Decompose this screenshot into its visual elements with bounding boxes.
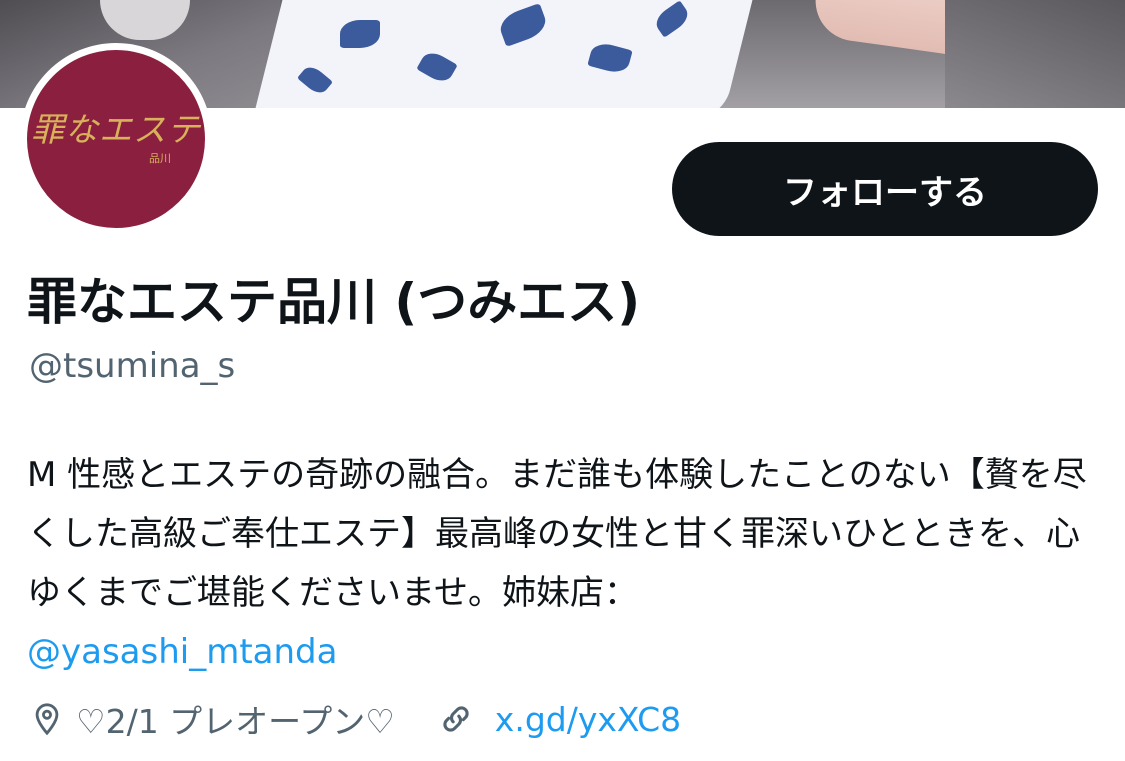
banner-flower [340,20,380,48]
profile-bio: M 性感とエステの奇跡の融合。まだ誰も体験したことのない【贅を尽くした高級ご奉仕… [27,446,1107,682]
profile-location: ♡2/1 プレオープン♡ [76,702,395,741]
avatar-logo-subtext: 品川 [149,151,171,165]
banner-fabric-right [945,0,1125,108]
follow-button[interactable]: フォローする [672,142,1098,236]
bio-mention-link[interactable]: @yasashi_mtanda [27,623,1107,682]
profile-meta: ♡2/1 プレオープン♡ x.gd/yxXC8 [30,697,681,741]
location-pin-icon [35,703,59,736]
link-icon [443,706,469,732]
profile-website-link[interactable]: x.gd/yxXC8 [495,700,681,739]
profile-display-name: 罪なエステ品川 (つみエス) [27,273,641,331]
profile-handle: @tsumina_s [29,346,236,386]
avatar-frame[interactable]: 罪なエステ 品川 [20,43,212,235]
avatar[interactable]: 罪なエステ 品川 [27,50,205,228]
avatar-logo-text: 罪なエステ [31,109,201,149]
bio-text: M 性感とエステの奇跡の融合。まだ誰も体験したことのない【贅を尽くした高級ご奉仕… [27,455,1087,613]
